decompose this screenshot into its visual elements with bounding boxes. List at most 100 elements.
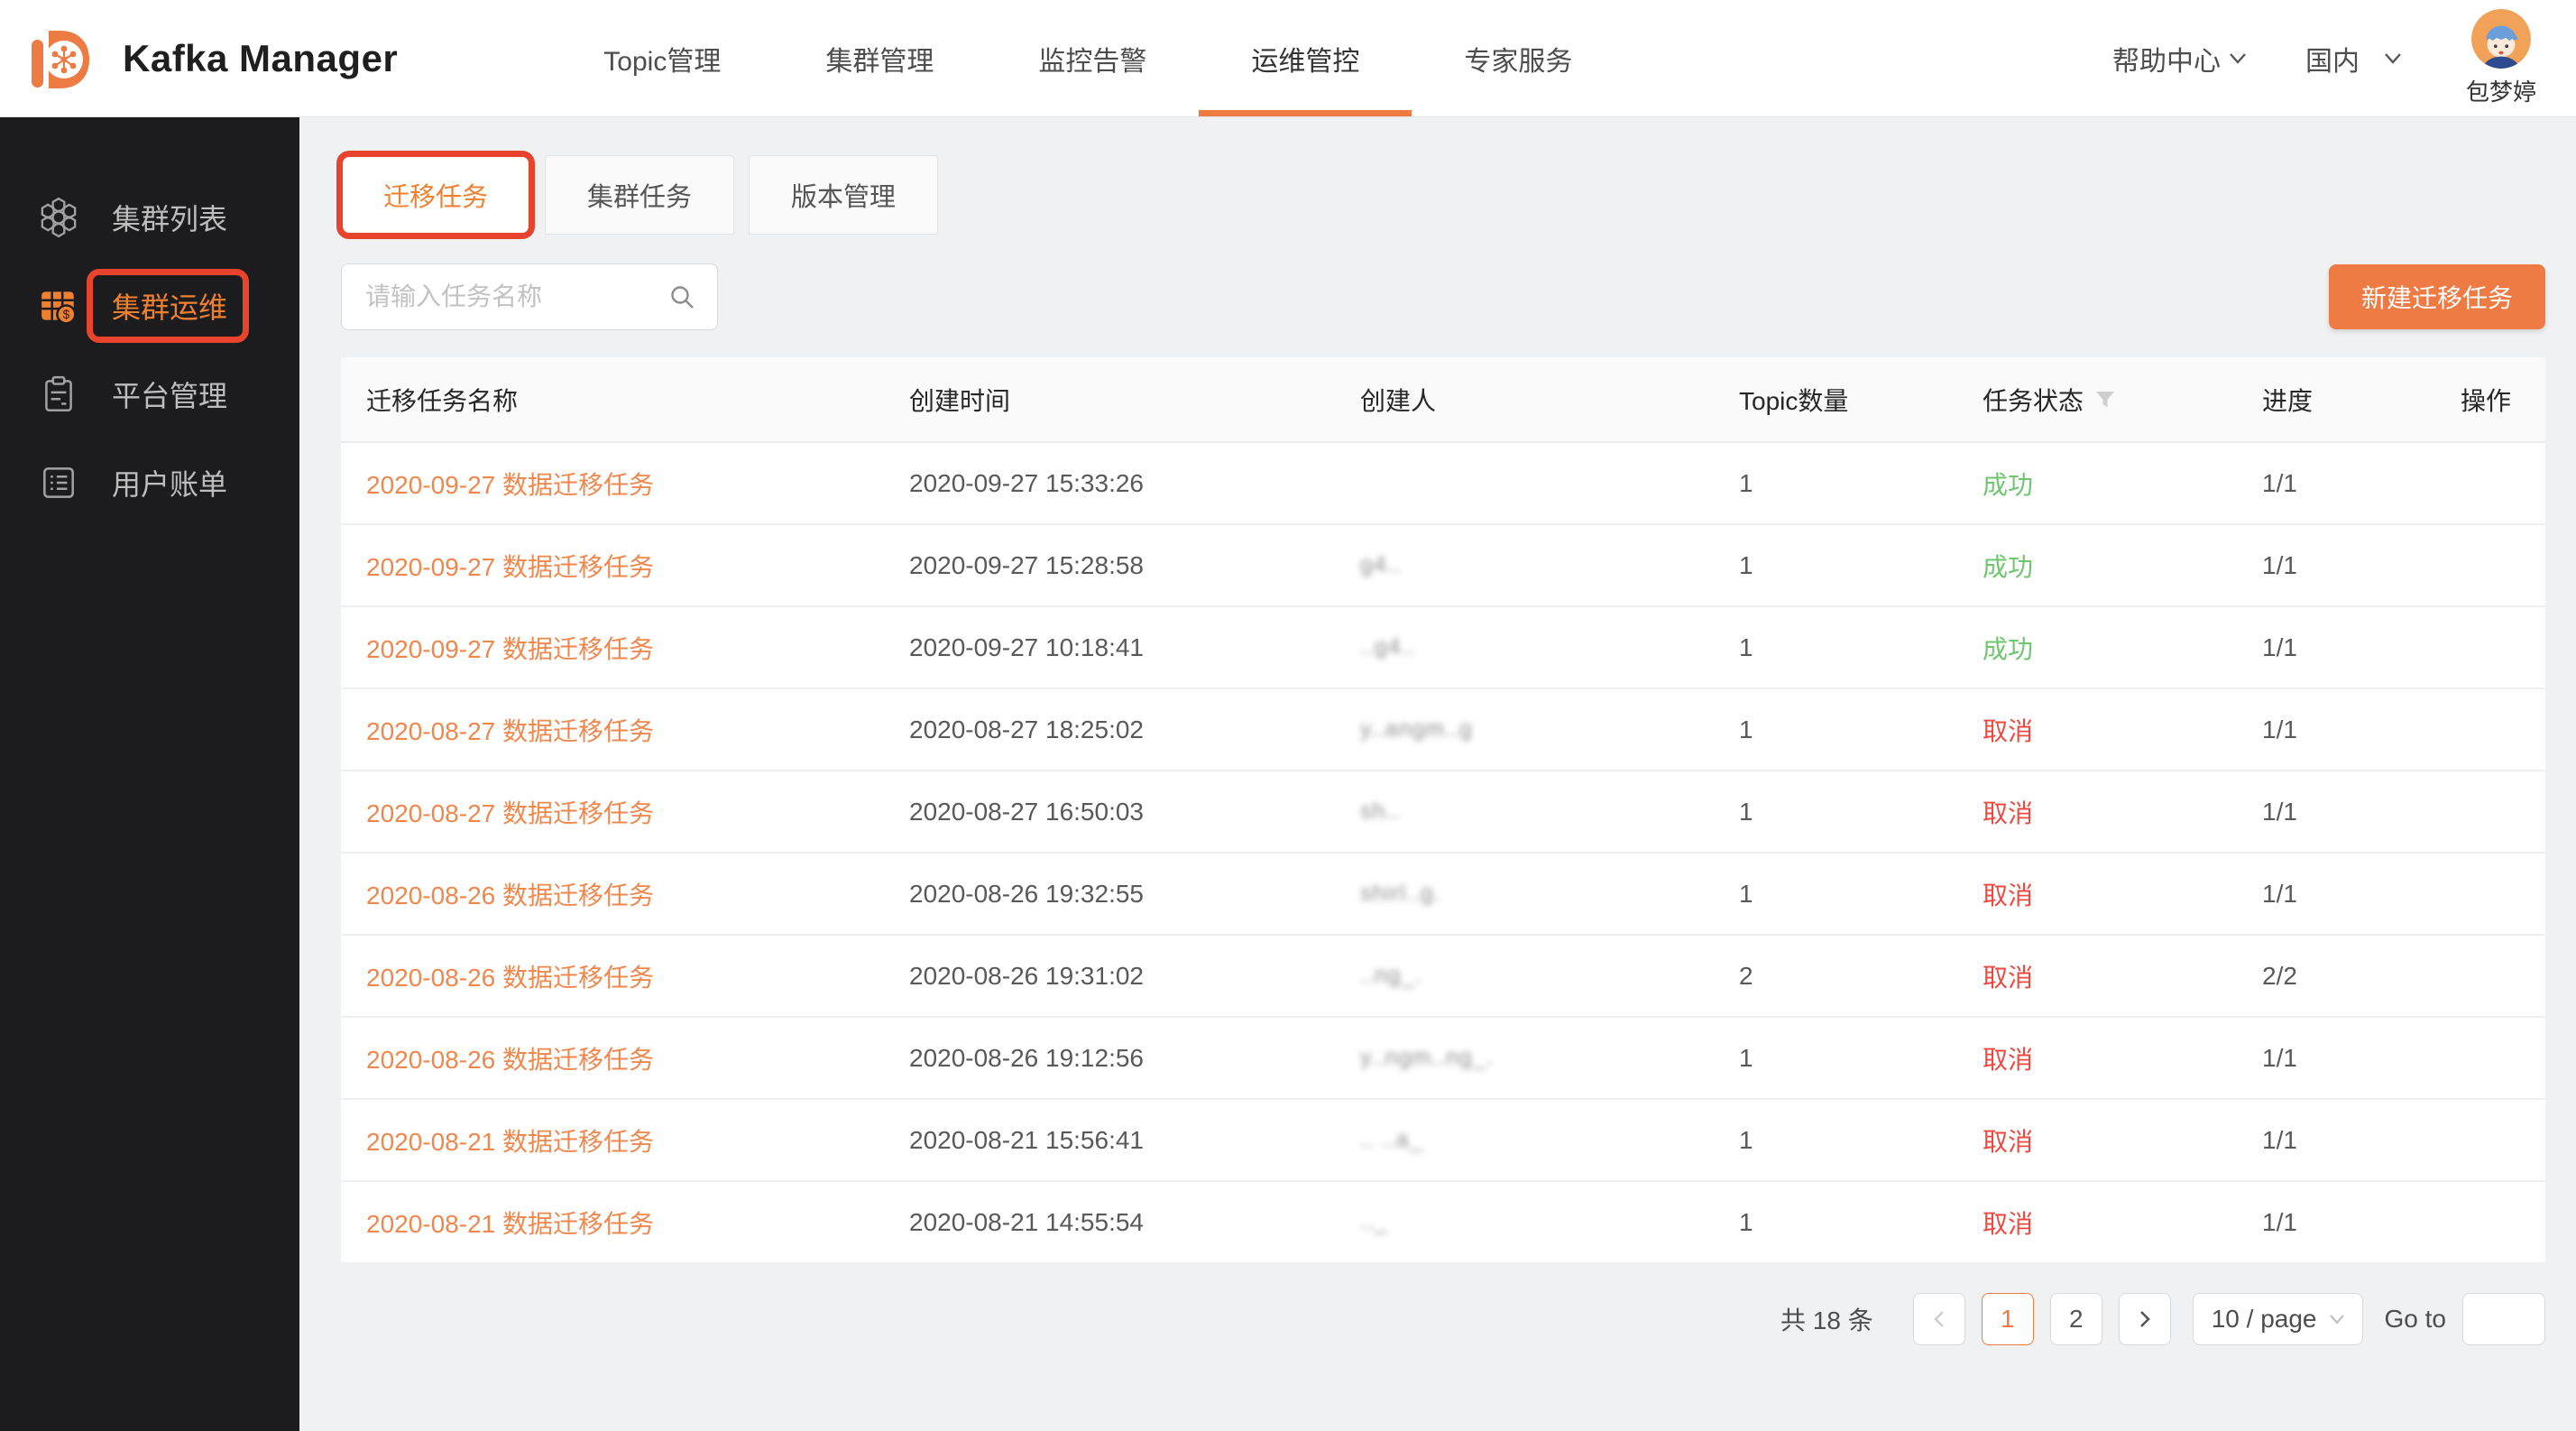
- col-label: Topic数量: [1739, 382, 1848, 418]
- prev-page-button[interactable]: [1913, 1293, 1965, 1345]
- sidebar-item-cluster-list[interactable]: 集群列表: [0, 173, 299, 262]
- task-status: 取消: [1946, 1040, 2226, 1076]
- nav-cluster-label: 集群管理: [825, 39, 934, 78]
- creator-name: y..ngm..ng_.: [1324, 1045, 1703, 1071]
- progress-value: 2/2: [2226, 962, 2424, 991]
- task-name-link[interactable]: 2020-09-27 数据迁移任务: [341, 630, 873, 666]
- clipboard-icon: [38, 374, 79, 415]
- app-title: Kafka Manager: [123, 37, 398, 80]
- table-row: 2020-08-26 数据迁移任务2020-08-26 19:31:02..ng…: [341, 936, 2545, 1018]
- help-center-label: 帮助中心: [2112, 39, 2221, 78]
- task-name-link[interactable]: 2020-08-27 数据迁移任务: [341, 712, 873, 748]
- task-name-link[interactable]: 2020-08-21 数据迁移任务: [341, 1205, 873, 1241]
- sidebar-item-cluster-ops[interactable]: $ 集群运维: [0, 262, 299, 350]
- search-input[interactable]: [342, 264, 717, 329]
- next-page-button[interactable]: [2119, 1293, 2171, 1345]
- user-name: 包梦婷: [2466, 74, 2536, 107]
- goto-label: Go to: [2385, 1305, 2446, 1334]
- main-nav: Topic管理 集群管理 监控告警 运维管控 专家服务: [551, 0, 1624, 116]
- col-creator: 创建人: [1324, 382, 1703, 418]
- task-name-link[interactable]: 2020-09-27 数据迁移任务: [341, 548, 873, 584]
- region-select[interactable]: 国内: [2305, 39, 2403, 78]
- task-status: 取消: [1946, 958, 2226, 994]
- table-row: 2020-09-27 数据迁移任务2020-09-27 15:33:261成功1…: [341, 443, 2545, 525]
- tab-migration-tasks[interactable]: 迁移任务: [341, 155, 530, 235]
- active-nav-underline: [1199, 110, 1412, 116]
- task-name-link[interactable]: 2020-09-27 数据迁移任务: [341, 466, 873, 502]
- table-row: 2020-09-27 数据迁移任务2020-09-27 15:28:58g4..…: [341, 525, 2545, 607]
- created-time: 2020-08-26 19:12:56: [873, 1044, 1324, 1073]
- search-icon[interactable]: [668, 283, 697, 312]
- task-status: 取消: [1946, 876, 2226, 912]
- help-center-menu[interactable]: 帮助中心: [2112, 39, 2248, 78]
- task-name-link[interactable]: 2020-08-21 数据迁移任务: [341, 1122, 873, 1159]
- tab-version-management[interactable]: 版本管理: [749, 155, 938, 235]
- creator-name: shirl..g.: [1324, 881, 1703, 907]
- nav-ops-label: 运维管控: [1251, 39, 1359, 78]
- task-name-link[interactable]: 2020-08-26 数据迁移任务: [341, 958, 873, 994]
- topic-count: 1: [1703, 1044, 1946, 1073]
- sidebar-item-platform[interactable]: 平台管理: [0, 350, 299, 439]
- list-icon: [38, 462, 79, 503]
- avatar[interactable]: [2471, 9, 2531, 69]
- progress-value: 1/1: [2226, 633, 2424, 662]
- topic-count: 1: [1703, 716, 1946, 744]
- task-status: 成功: [1946, 548, 2226, 584]
- nav-monitor-label: 监控告警: [1038, 39, 1146, 78]
- created-time: 2020-08-21 14:55:54: [873, 1208, 1324, 1237]
- task-status: 取消: [1946, 794, 2226, 830]
- topbar-right: 帮助中心 国内: [2112, 9, 2576, 107]
- svg-text:$: $: [63, 308, 70, 321]
- nav-ops[interactable]: 运维管控: [1199, 0, 1412, 116]
- topic-count: 1: [1703, 633, 1946, 662]
- page-size-select[interactable]: 10 / page: [2193, 1293, 2363, 1345]
- nav-topic[interactable]: Topic管理: [551, 0, 773, 116]
- user-block: 包梦婷: [2466, 9, 2536, 107]
- nav-expert[interactable]: 专家服务: [1412, 0, 1624, 116]
- table-row: 2020-09-27 数据迁移任务2020-09-27 10:18:41..g4…: [341, 607, 2545, 689]
- tab-label: 迁移任务: [383, 176, 488, 214]
- creator-name: ..g4..: [1324, 634, 1703, 660]
- task-name-link[interactable]: 2020-08-27 数据迁移任务: [341, 794, 873, 830]
- tab-label: 集群任务: [587, 176, 692, 214]
- created-time: 2020-09-27 10:18:41: [873, 633, 1324, 662]
- chevron-down-icon: [2383, 51, 2403, 66]
- table-body: 2020-09-27 数据迁移任务2020-09-27 15:33:261成功1…: [341, 443, 2545, 1264]
- task-name-link[interactable]: 2020-08-26 数据迁移任务: [341, 1040, 873, 1076]
- task-name-link[interactable]: 2020-08-26 数据迁移任务: [341, 876, 873, 912]
- page-1-button[interactable]: 1: [1982, 1293, 2034, 1345]
- progress-value: 1/1: [2226, 1126, 2424, 1155]
- chevron-left-icon: [1931, 1308, 1947, 1330]
- col-created-time: 创建时间: [873, 382, 1324, 418]
- progress-value: 1/1: [2226, 1044, 2424, 1073]
- sidebar-item-billing[interactable]: 用户账单: [0, 439, 299, 527]
- search-box: [341, 263, 718, 330]
- created-time: 2020-08-21 15:56:41: [873, 1126, 1324, 1155]
- creator-name: .._: [1324, 1209, 1703, 1235]
- region-label: 国内: [2305, 39, 2360, 78]
- progress-value: 1/1: [2226, 798, 2424, 826]
- filter-icon[interactable]: [2094, 389, 2116, 411]
- creator-name: g4..: [1324, 552, 1703, 578]
- nav-cluster[interactable]: 集群管理: [773, 0, 986, 116]
- col-label: 任务状态: [1983, 382, 2084, 418]
- tab-cluster-tasks[interactable]: 集群任务: [545, 155, 734, 235]
- app-logo-icon: [27, 24, 96, 93]
- col-label: 操作: [2461, 382, 2511, 418]
- topic-count: 1: [1703, 880, 1946, 909]
- create-migration-task-button[interactable]: 新建迁移任务: [2329, 264, 2545, 329]
- topic-count: 1: [1703, 469, 1946, 498]
- page-2-button[interactable]: 2: [2050, 1293, 2102, 1345]
- tab-label: 版本管理: [791, 176, 896, 214]
- tab-bar: 迁移任务 集群任务 版本管理: [341, 155, 2545, 235]
- progress-value: 1/1: [2226, 1208, 2424, 1237]
- topic-count: 1: [1703, 551, 1946, 580]
- chevron-down-icon: [2228, 51, 2248, 66]
- pagination: 共 18 条 1 2 10 / page Go to: [341, 1293, 2545, 1345]
- goto-page-input[interactable]: [2462, 1293, 2545, 1345]
- created-time: 2020-09-27 15:28:58: [873, 551, 1324, 580]
- col-label: 创建人: [1360, 382, 1436, 418]
- created-time: 2020-09-27 15:33:26: [873, 469, 1324, 498]
- chevron-right-icon: [2137, 1308, 2153, 1330]
- nav-monitor[interactable]: 监控告警: [986, 0, 1199, 116]
